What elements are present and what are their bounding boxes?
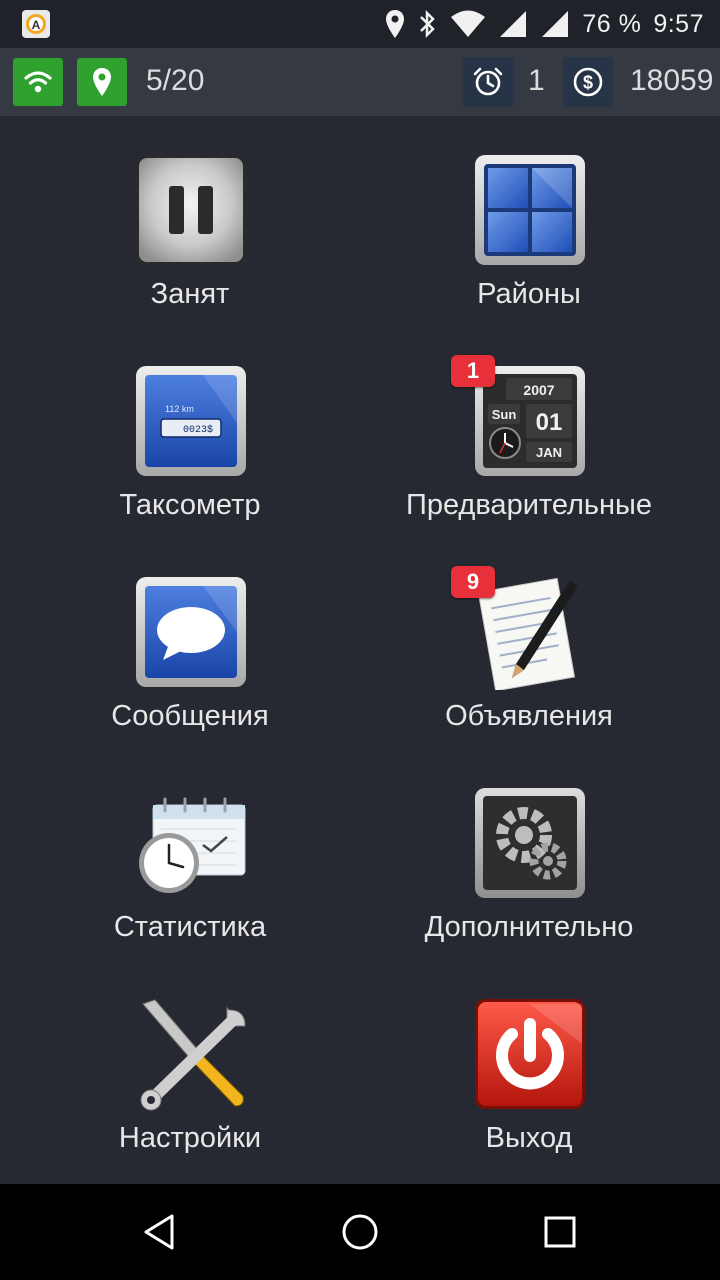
dollar-coin-icon: $ — [573, 67, 603, 97]
wifi-icon — [24, 71, 52, 93]
menu-item-messages[interactable]: Сообщения — [20, 538, 360, 738]
menu-item-label: Предварительные — [405, 489, 653, 521]
app-notification-icon: A — [22, 10, 50, 38]
menu-item-announcements[interactable]: 9 Объявления — [359, 538, 699, 738]
menu-item-label: Выход — [485, 1122, 573, 1154]
announcements-badge: 9 — [451, 566, 495, 598]
bluetooth-icon — [420, 9, 436, 39]
menu-item-exit[interactable]: Выход — [359, 960, 699, 1160]
home-icon — [342, 1214, 378, 1250]
back-button[interactable] — [136, 1208, 184, 1256]
status-bar: A 76 % 9:57 — [0, 0, 720, 48]
main-menu-grid: Занят Районы 112 km 0023$ Таксометр 2007… — [0, 116, 720, 1184]
menu-item-label: Таксометр — [119, 489, 261, 521]
wifi-icon — [451, 10, 486, 37]
signal-icon-2 — [542, 11, 569, 37]
recents-button[interactable] — [536, 1208, 584, 1256]
menu-item-label: Статистика — [113, 911, 267, 943]
svg-text:2007: 2007 — [523, 382, 554, 398]
menu-item-label: Сообщения — [111, 700, 269, 732]
message-bubble-icon — [136, 577, 246, 687]
home-button[interactable] — [336, 1208, 384, 1256]
menu-item-settings[interactable]: Настройки — [20, 960, 360, 1160]
menu-item-label: Дополнительно — [424, 911, 634, 943]
preorders-badge: 1 — [451, 355, 495, 387]
location-icon — [386, 10, 405, 38]
gps-button[interactable] — [77, 58, 127, 106]
recents-icon — [544, 1216, 576, 1248]
svg-text:112 km: 112 km — [165, 404, 194, 414]
orders-counter: 5/20 — [146, 64, 205, 97]
pause-icon — [136, 155, 246, 265]
menu-item-taximeter[interactable]: 112 km 0023$ Таксометр — [20, 327, 360, 527]
menu-item-label: Занят — [150, 278, 230, 310]
statistics-clock-icon — [139, 797, 246, 893]
taximeter-icon: 112 km 0023$ — [136, 366, 246, 476]
menu-item-statistics[interactable]: Статистика — [20, 749, 360, 949]
system-nav-bar — [0, 1184, 720, 1280]
districts-grid-icon — [475, 155, 585, 265]
svg-text:Sun: Sun — [492, 407, 517, 422]
menu-item-districts[interactable]: Районы — [359, 116, 699, 316]
svg-text:01: 01 — [536, 409, 563, 436]
svg-text:0023$: 0023$ — [183, 424, 213, 436]
connection-button[interactable] — [13, 58, 63, 106]
menu-item-preorders[interactable]: 2007 Sun 01 JAN 1 Предварительные — [359, 327, 699, 527]
alarm-button[interactable] — [463, 57, 513, 107]
menu-item-busy[interactable]: Занят — [20, 116, 360, 316]
menu-item-label: Настройки — [118, 1122, 262, 1154]
svg-text:JAN: JAN — [536, 445, 562, 460]
menu-item-additional[interactable]: Дополнительно — [359, 749, 699, 949]
menu-item-label: Районы — [477, 278, 581, 310]
tools-icon — [140, 999, 246, 1111]
alarm-count: 1 — [528, 64, 545, 97]
menu-item-label: Объявления — [445, 700, 613, 732]
back-icon — [144, 1214, 174, 1250]
clock: 9:57 — [653, 9, 704, 38]
signal-icon — [500, 11, 527, 37]
gears-icon — [475, 788, 585, 898]
svg-text:$: $ — [583, 73, 593, 93]
balance-amount: 18059 — [630, 64, 714, 97]
battery-percent: 76 % — [582, 9, 642, 38]
svg-text:A: A — [32, 18, 41, 32]
balance-button[interactable]: $ — [563, 57, 613, 107]
alarm-clock-icon — [473, 67, 503, 96]
power-icon — [475, 999, 585, 1109]
top-toolbar: 5/20 1 $ 18059 — [0, 48, 720, 116]
location-pin-icon — [93, 68, 111, 96]
